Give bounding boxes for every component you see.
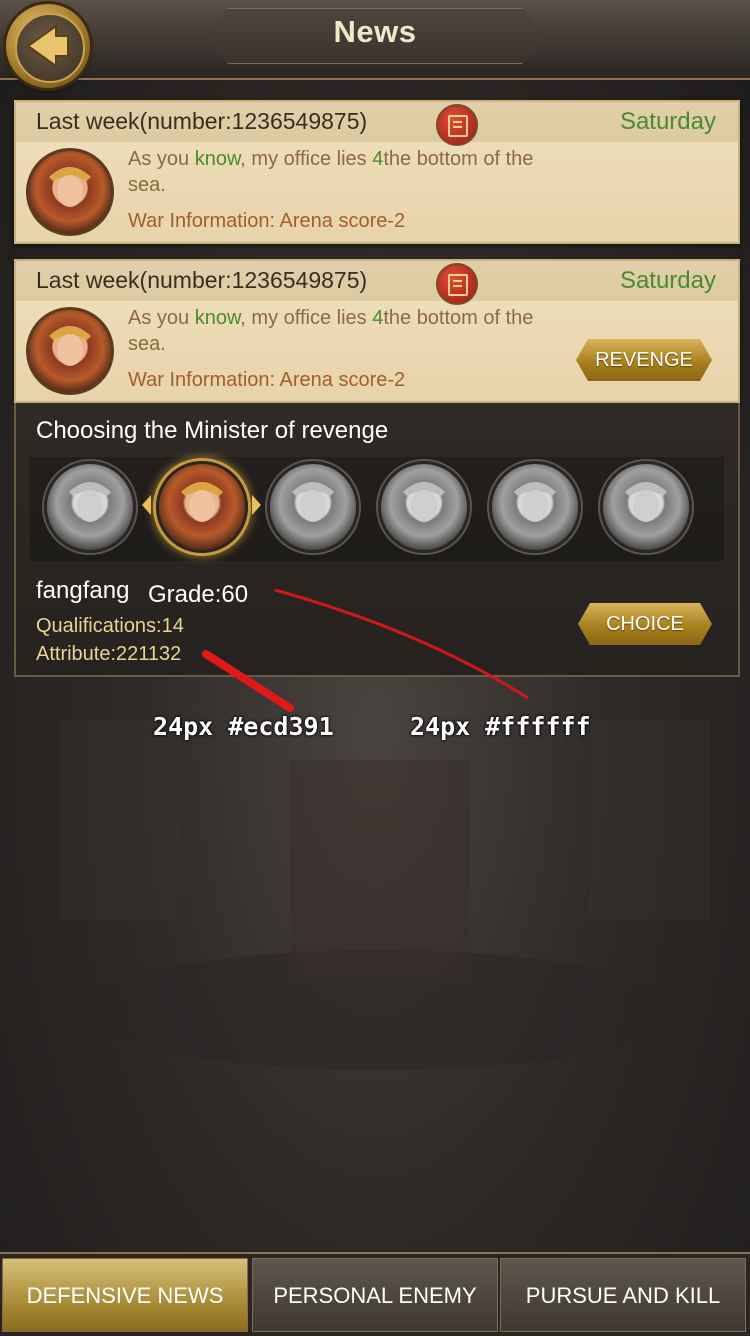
minister-avatar-4[interactable] (378, 461, 470, 553)
choice-button[interactable]: CHOICE (578, 603, 712, 645)
news-title: Last week(number:1236549875) (36, 267, 368, 293)
war-information: War Information: Arena score-2 (128, 210, 406, 232)
tab-personal-enemy[interactable]: PERSONAL ENEMY (252, 1258, 498, 1332)
avatar (26, 148, 114, 236)
revenge-minister-panel: Choosing the Minister of revenge fangfan… (14, 403, 740, 677)
chevron-right-icon (252, 495, 261, 515)
news-message: As you know, my office lies 4the bottom … (128, 148, 534, 196)
war-information: War Information: Arena score-2 (128, 369, 406, 391)
minister-attribute: Attribute:221132 (36, 643, 182, 665)
annotation-right: 24px #ffffff (410, 712, 591, 741)
minister-avatar-selected[interactable] (156, 461, 248, 553)
minister-avatar-1[interactable] (44, 461, 136, 553)
news-message: As you know, my office lies 4the bottom … (128, 307, 534, 355)
news-day: Saturday (619, 108, 716, 135)
news-title: Last week(number:1236549875) (36, 108, 368, 134)
top-bar: News (0, 0, 750, 88)
minister-avatar-5[interactable] (489, 461, 581, 553)
background-hall (60, 720, 710, 1070)
news-card-2: Last week(number:1236549875) Saturday As… (14, 259, 740, 403)
minister-avatar-3[interactable] (267, 461, 359, 553)
news-day: Saturday (619, 267, 716, 294)
minister-qualifications: Qualifications:14 (36, 615, 184, 637)
news-card-1: Last week(number:1236549875) Saturday As… (14, 100, 740, 244)
tab-pursue-and-kill[interactable]: PURSUE AND KILL (500, 1258, 746, 1332)
report-icon[interactable] (436, 104, 478, 146)
bottom-tab-bar: DEFENSIVE NEWS PERSONAL ENEMY PURSUE AND… (0, 1252, 750, 1336)
minister-name: fangfang (36, 577, 130, 604)
minister-grade: Grade:60 (148, 581, 249, 608)
revenge-button[interactable]: REVENGE (576, 339, 712, 381)
report-icon[interactable] (436, 263, 478, 305)
chevron-left-icon (142, 495, 151, 515)
back-button[interactable] (6, 4, 90, 88)
annotation-left: 24px #ecd391 (153, 712, 334, 741)
minister-avatar-6[interactable] (600, 461, 692, 553)
panel-title: Choosing the Minister of revenge (36, 417, 389, 444)
back-arrow-icon (26, 24, 69, 68)
tab-defensive-news[interactable]: DEFENSIVE NEWS (2, 1258, 248, 1332)
avatar (26, 307, 114, 395)
page-title: News (333, 14, 417, 49)
